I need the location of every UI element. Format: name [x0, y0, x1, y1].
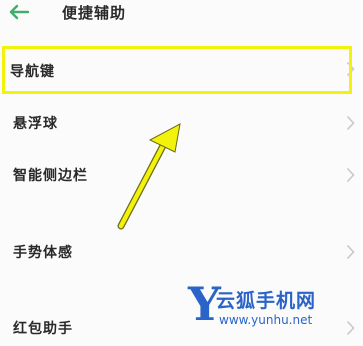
chevron-right-icon [346, 167, 355, 183]
list-item-label: 导航键 [10, 64, 55, 80]
watermark-site-name: 云狐手机网 [216, 290, 317, 312]
list-item-navigation-keys[interactable]: 导航键 [0, 49, 363, 89]
chevron-right-icon [346, 61, 355, 77]
list-item-label: 悬浮球 [13, 116, 58, 132]
list-item-smart-sidebar[interactable]: 智能侧边栏 [0, 155, 363, 195]
settings-screen: 便捷辅助 导航键 悬浮球 智能侧边栏 手势体感 红包助手 Y 云狐手机网 www… [0, 0, 363, 346]
chevron-right-icon [346, 115, 355, 131]
back-arrow-icon[interactable] [8, 4, 30, 20]
watermark-url: www.yunhu.net [219, 313, 313, 327]
chevron-right-icon [346, 244, 355, 260]
page-title: 便捷辅助 [62, 4, 127, 22]
list-item-label: 智能侧边栏 [13, 168, 88, 184]
list-item-label: 手势体感 [13, 245, 73, 261]
list-item-label: 红包助手 [13, 321, 73, 337]
list-item-gesture-motion[interactable]: 手势体感 [0, 232, 363, 272]
list-item-floating-ball[interactable]: 悬浮球 [0, 103, 363, 143]
watermark-logo: Y 云狐手机网 www.yunhu.net [188, 278, 348, 336]
header: 便捷辅助 [0, 0, 363, 32]
